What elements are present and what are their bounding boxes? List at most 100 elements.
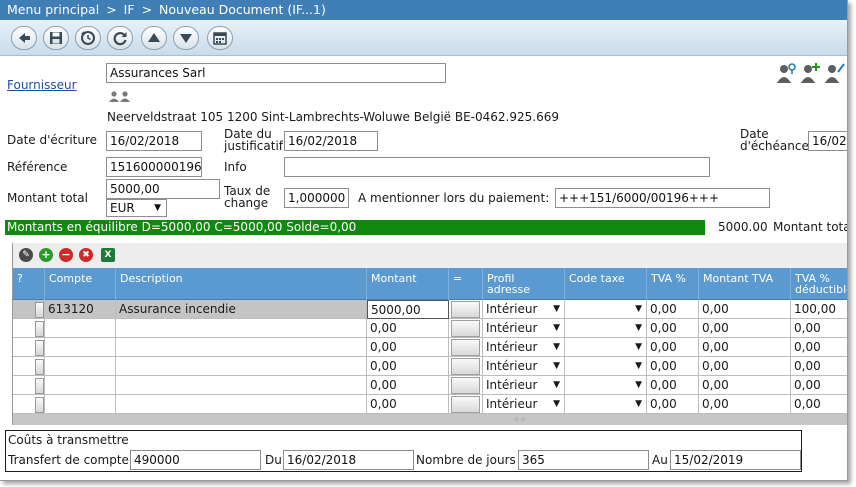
cell-profil-adresse[interactable]: Intérieur ▼ bbox=[483, 376, 565, 395]
supplier-name-field[interactable]: Assurances Sarl bbox=[106, 63, 446, 83]
cell-description[interactable]: Assurance incendie bbox=[116, 300, 367, 319]
au-date-field[interactable]: 15/02/2019 bbox=[670, 450, 801, 470]
cell-equals[interactable] bbox=[449, 357, 483, 376]
cell-compte[interactable]: 613120 bbox=[45, 300, 116, 319]
equals-button[interactable] bbox=[451, 358, 480, 375]
transfer-account-field[interactable]: 490000 bbox=[130, 450, 261, 470]
cell-compte[interactable] bbox=[45, 319, 116, 338]
supplier-link[interactable]: Fournisseur bbox=[7, 78, 77, 92]
row-selector[interactable] bbox=[13, 376, 45, 395]
col-header-tva-pct[interactable]: TVA % bbox=[647, 268, 699, 300]
cell-profil-adresse[interactable]: Intérieur ▼ bbox=[483, 338, 565, 357]
cell-tva-deductible[interactable]: 0,00 bbox=[791, 395, 847, 414]
cell-tva-deductible[interactable]: 0,00 bbox=[791, 338, 847, 357]
back-button[interactable] bbox=[11, 26, 37, 50]
excel-export-icon[interactable]: X bbox=[101, 248, 115, 262]
resize-grip-icon[interactable]: ⁘⁘ bbox=[513, 415, 526, 424]
cell-description[interactable] bbox=[116, 338, 367, 357]
col-header-montant-tva[interactable]: Montant TVA bbox=[699, 268, 791, 300]
cell-profil-adresse[interactable]: Intérieur ▼ bbox=[483, 319, 565, 338]
cell-montant[interactable]: 0,00 bbox=[367, 338, 449, 357]
cell-equals[interactable] bbox=[449, 395, 483, 414]
du-date-field[interactable]: 16/02/2018 bbox=[283, 450, 414, 470]
equals-button[interactable] bbox=[451, 377, 480, 394]
cell-profil-adresse[interactable]: Intérieur ▼ bbox=[483, 395, 565, 414]
calendar-button[interactable] bbox=[207, 26, 233, 50]
info-field[interactable] bbox=[284, 157, 710, 177]
cell-compte[interactable] bbox=[45, 395, 116, 414]
cell-montant-tva[interactable]: 0,00 bbox=[699, 376, 791, 395]
cell-compte[interactable] bbox=[45, 376, 116, 395]
row-selector[interactable] bbox=[13, 395, 45, 414]
row-handle[interactable] bbox=[35, 359, 44, 375]
row-selector[interactable] bbox=[13, 338, 45, 357]
refresh-button[interactable] bbox=[107, 26, 133, 50]
cell-profil-adresse[interactable]: Intérieur ▼ bbox=[483, 300, 565, 319]
cell-montant-tva[interactable]: 0,00 bbox=[699, 338, 791, 357]
cell-compte[interactable] bbox=[45, 338, 116, 357]
table-row[interactable]: 0,00 Intérieur ▼ ▼ 0,00 0,00 0,00 bbox=[13, 338, 847, 357]
date-echeance-field[interactable]: 16/02 bbox=[808, 131, 847, 151]
cell-montant-tva[interactable]: 0,00 bbox=[699, 319, 791, 338]
cell-code-taxe[interactable]: ▼ bbox=[565, 319, 647, 338]
cell-tva-pct[interactable]: 0,00 bbox=[647, 300, 699, 319]
col-header-description[interactable]: Description bbox=[116, 268, 367, 300]
save-button[interactable] bbox=[43, 26, 69, 50]
cell-code-taxe[interactable]: ▼ bbox=[565, 357, 647, 376]
row-handle[interactable] bbox=[35, 378, 44, 394]
move-down-button[interactable] bbox=[173, 26, 199, 50]
delete-line-icon[interactable]: ✖ bbox=[79, 248, 93, 262]
cell-tva-pct[interactable]: 0,00 bbox=[647, 357, 699, 376]
row-handle[interactable] bbox=[35, 321, 44, 337]
row-selector[interactable] bbox=[13, 357, 45, 376]
cell-montant[interactable]: 0,00 bbox=[367, 319, 449, 338]
table-row[interactable]: 0,00 Intérieur ▼ ▼ 0,00 0,00 0,00 bbox=[13, 357, 847, 376]
col-header-profil-adresse[interactable]: Profil adresse bbox=[483, 268, 565, 300]
cell-tva-deductible[interactable]: 100,00 bbox=[791, 300, 847, 319]
cell-tva-pct[interactable]: 0,00 bbox=[647, 376, 699, 395]
date-justificatif-field[interactable]: 16/02/2018 bbox=[284, 131, 378, 151]
equals-button[interactable] bbox=[451, 396, 480, 413]
remove-line-icon[interactable]: − bbox=[59, 248, 73, 262]
col-header-montant[interactable]: Montant bbox=[367, 268, 449, 300]
currency-select[interactable]: EUR ▼ bbox=[106, 199, 167, 217]
cell-code-taxe[interactable]: ▼ bbox=[565, 338, 647, 357]
cell-profil-adresse[interactable]: Intérieur ▼ bbox=[483, 357, 565, 376]
cell-code-taxe[interactable]: ▼ bbox=[565, 395, 647, 414]
col-header-code-taxe[interactable]: Code taxe bbox=[565, 268, 647, 300]
cell-tva-deductible[interactable]: 0,00 bbox=[791, 319, 847, 338]
taux-change-field[interactable]: 1,000000 bbox=[284, 188, 349, 208]
breadcrumb-if[interactable]: IF bbox=[124, 0, 135, 20]
cell-equals[interactable] bbox=[449, 338, 483, 357]
history-button[interactable] bbox=[75, 26, 101, 50]
person-add-icon[interactable] bbox=[800, 62, 822, 84]
equals-button[interactable] bbox=[451, 320, 480, 337]
contacts-icon[interactable] bbox=[108, 90, 132, 103]
move-up-button[interactable] bbox=[141, 26, 167, 50]
equals-button[interactable] bbox=[451, 339, 480, 356]
cell-montant-tva[interactable]: 0,00 bbox=[699, 357, 791, 376]
payment-reference-field[interactable]: +++151/6000/00196+++ bbox=[555, 188, 770, 208]
col-header-tva-deductible[interactable]: TVA % déductible bbox=[791, 268, 847, 300]
table-row[interactable]: 0,00 Intérieur ▼ ▼ 0,00 0,00 0,00 bbox=[13, 376, 847, 395]
add-line-icon[interactable]: + bbox=[39, 248, 53, 262]
cell-montant-tva[interactable]: 0,00 bbox=[699, 300, 791, 319]
person-edit-icon[interactable] bbox=[824, 62, 846, 84]
cell-description[interactable] bbox=[116, 319, 367, 338]
cell-montant[interactable]: 0,00 bbox=[367, 395, 449, 414]
cell-tva-pct[interactable]: 0,00 bbox=[647, 338, 699, 357]
row-handle[interactable] bbox=[35, 302, 44, 318]
date-ecriture-field[interactable]: 16/02/2018 bbox=[106, 131, 202, 151]
cell-compte[interactable] bbox=[45, 357, 116, 376]
cell-equals[interactable] bbox=[449, 300, 483, 319]
cell-montant[interactable]: 0,00 bbox=[367, 376, 449, 395]
row-selector[interactable] bbox=[13, 319, 45, 338]
cell-montant-tva[interactable]: 0,00 bbox=[699, 395, 791, 414]
cell-description[interactable] bbox=[116, 376, 367, 395]
cell-tva-deductible[interactable]: 0,00 bbox=[791, 376, 847, 395]
reference-field[interactable]: 151600000196 bbox=[106, 157, 202, 177]
cell-description[interactable] bbox=[116, 357, 367, 376]
table-row[interactable]: 613120 Assurance incendie 5000,00 Intérieur… bbox=[13, 300, 847, 319]
cell-tva-pct[interactable]: 0,00 bbox=[647, 395, 699, 414]
cell-code-taxe[interactable]: ▼ bbox=[565, 376, 647, 395]
